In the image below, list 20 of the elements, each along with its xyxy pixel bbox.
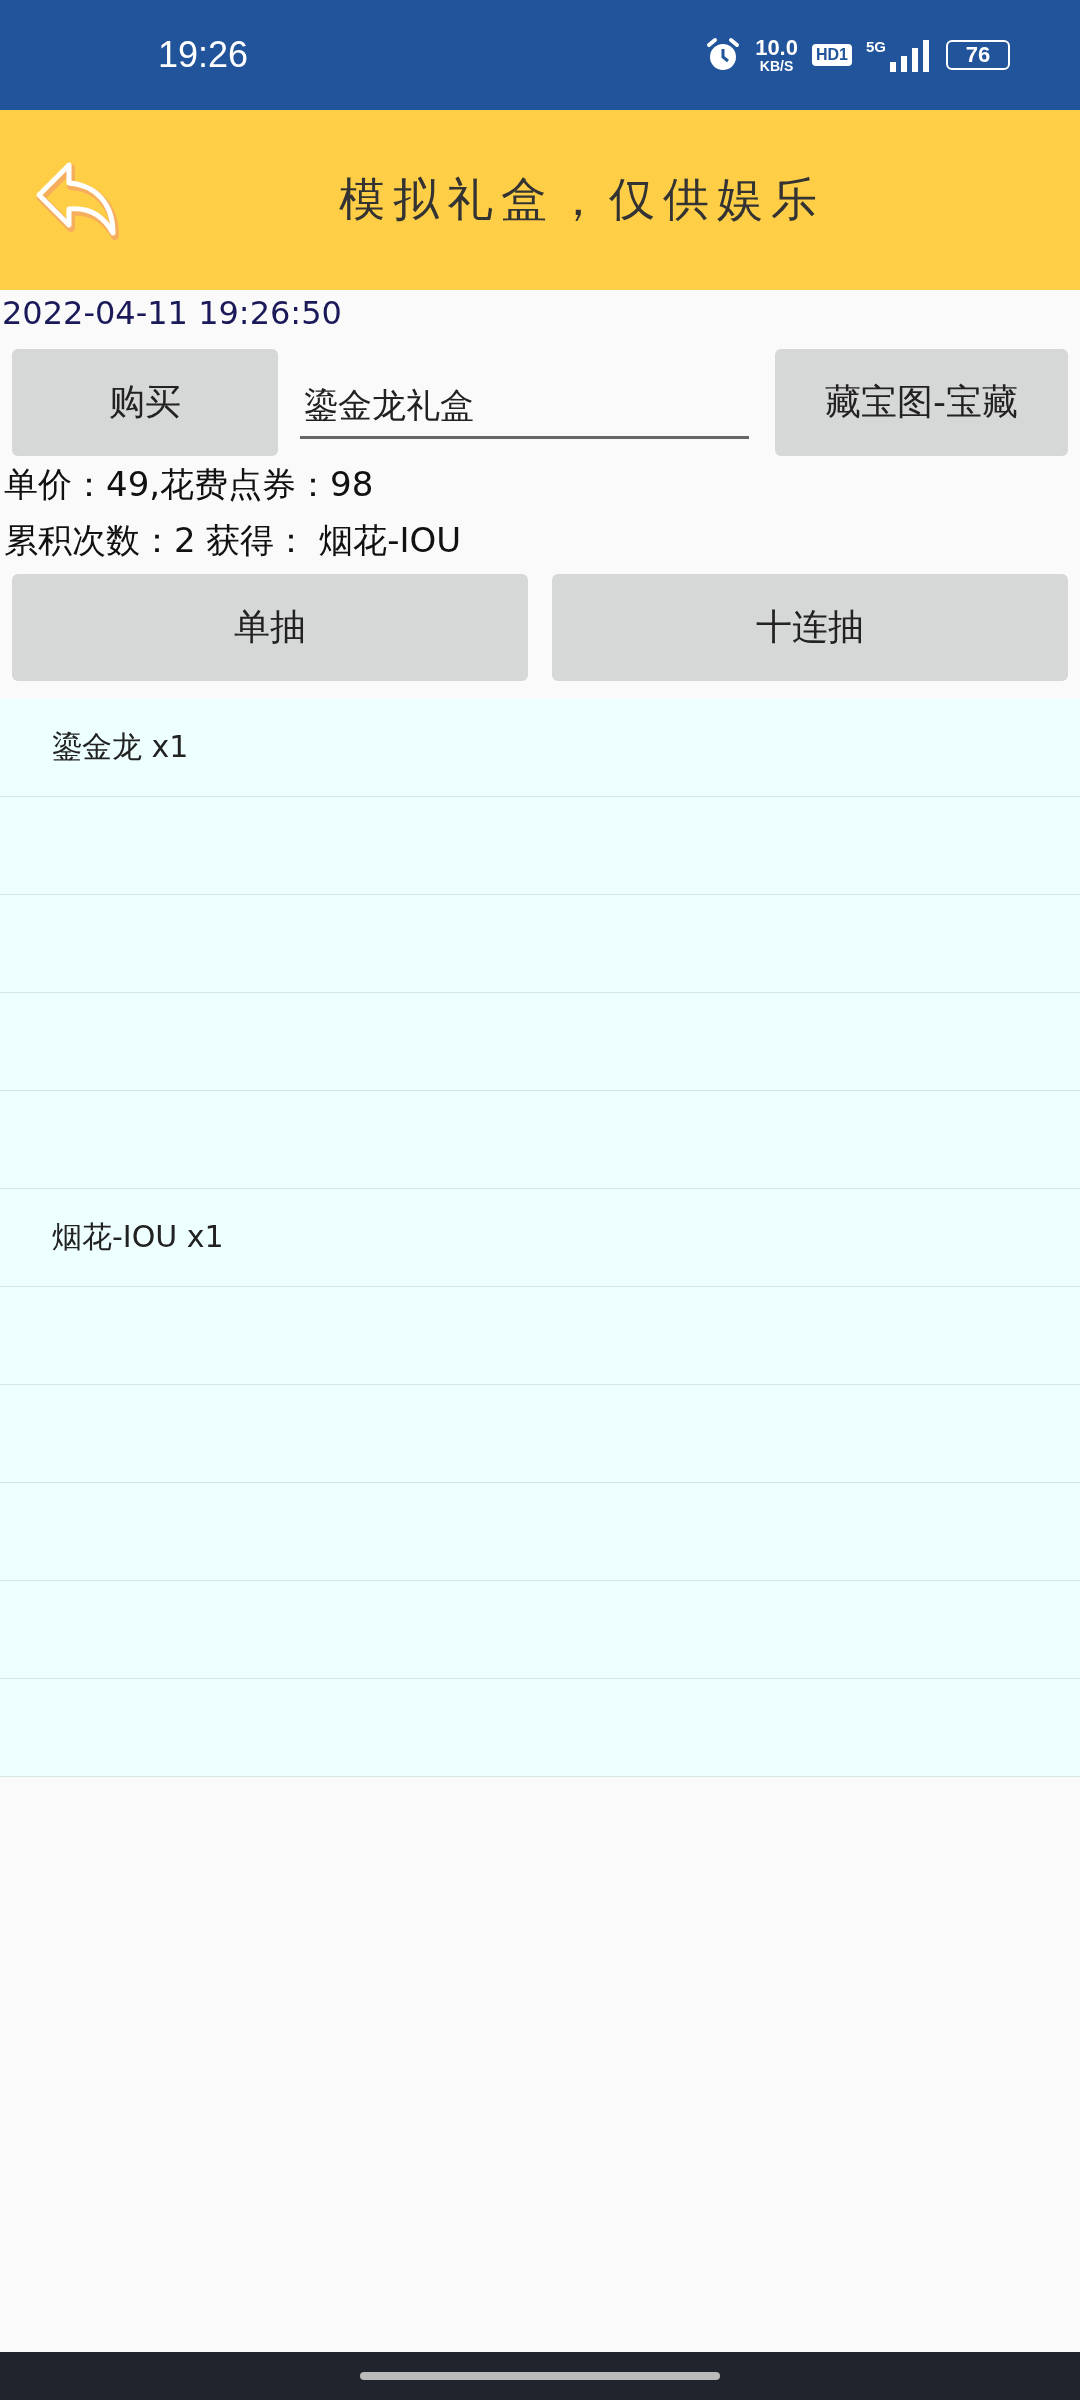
timestamp: 2022-04-11 19:26:50 bbox=[1, 293, 343, 334]
box-name-field[interactable]: 鎏金龙礼盒 bbox=[300, 375, 749, 439]
info-text: 单价：49,花费点券：98 bbox=[3, 463, 375, 506]
draw-button[interactable]: 十连抽 bbox=[552, 574, 1068, 681]
battery-level: 76 bbox=[965, 42, 991, 68]
buy-button[interactable]: 购买 bbox=[12, 348, 278, 456]
treasure-button[interactable]: 藏宝图-宝藏 bbox=[775, 348, 1068, 456]
result-text: 烟花-IOU x1 bbox=[52, 1218, 224, 1256]
network-speed: 10.0 bbox=[755, 37, 798, 59]
result-text: 鎏金龙 x1 bbox=[52, 728, 189, 766]
clock-time: 19:26 bbox=[158, 34, 249, 76]
network-type: 5G bbox=[866, 38, 886, 55]
info-text: 累积次数：2 获得： 烟花-IOU bbox=[3, 519, 463, 562]
hd-badge: HD1 bbox=[811, 44, 852, 66]
home-handle[interactable] bbox=[360, 2372, 720, 2380]
speed-unit: KB/S bbox=[759, 59, 794, 73]
alarm-icon bbox=[705, 37, 742, 73]
signal-icon bbox=[888, 38, 932, 72]
draw-button[interactable]: 单抽 bbox=[12, 574, 528, 681]
page-title: 模拟礼盒，仅供娱乐 bbox=[338, 171, 826, 228]
